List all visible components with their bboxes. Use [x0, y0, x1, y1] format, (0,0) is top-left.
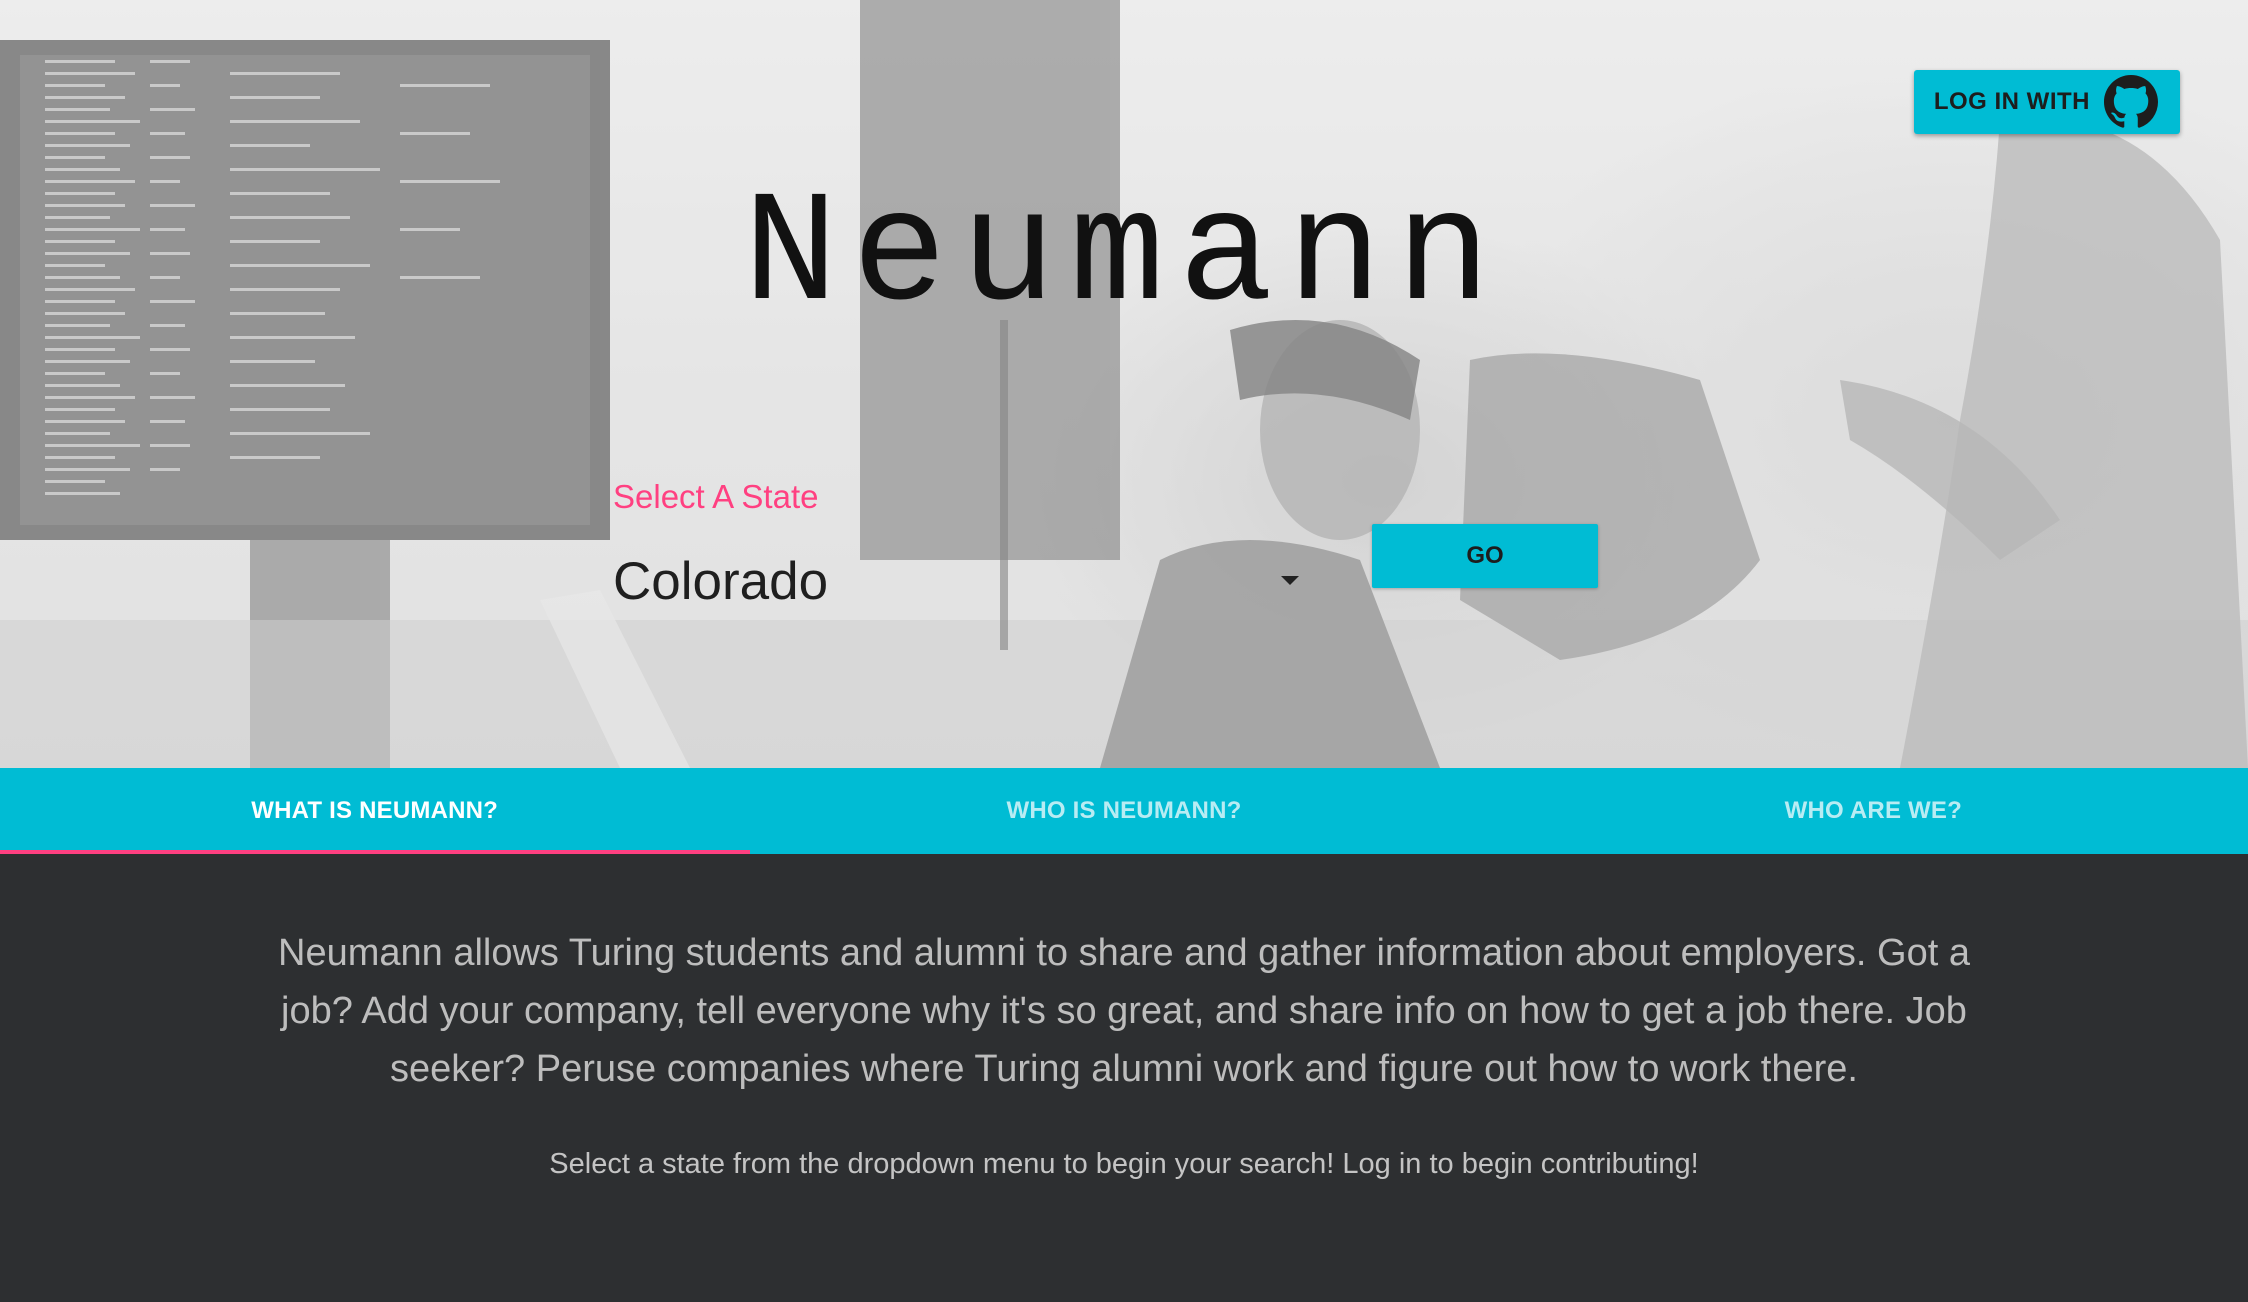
info-tabs: WHAT IS NEUMANN? WHO IS NEUMANN? WHO ARE… [0, 768, 2248, 854]
hero-overlay [0, 0, 2248, 768]
tab-who-are-we[interactable]: WHO ARE WE? [1499, 768, 2248, 854]
github-login-button[interactable]: LOG IN WITH [1914, 70, 2180, 134]
about-description: Neumann allows Turing students and alumn… [278, 932, 1970, 1090]
tab-content: Neumann allows Turing students and alumn… [0, 854, 2248, 1302]
go-button[interactable]: GO [1372, 524, 1598, 588]
state-dropdown[interactable]: Colorado [613, 540, 1308, 622]
state-dropdown-value: Colorado [613, 551, 829, 611]
hero-section: LOG IN WITH Neumann Select A State Color… [0, 0, 2248, 768]
tab-what-is-neumann[interactable]: WHAT IS NEUMANN? [0, 768, 749, 854]
brand-title: Neumann [743, 167, 1505, 346]
login-button-label: LOG IN WITH [1933, 88, 2090, 115]
tab-who-is-neumann[interactable]: WHO IS NEUMANN? [749, 768, 1498, 854]
dropdown-arrow-icon [1281, 576, 1299, 585]
page: LOG IN WITH Neumann Select A State Color… [0, 0, 2248, 1302]
about-hint: Select a state from the dropdown menu to… [549, 1148, 1699, 1180]
github-icon [2104, 75, 2158, 128]
state-select-label: Select A State [613, 478, 819, 515]
